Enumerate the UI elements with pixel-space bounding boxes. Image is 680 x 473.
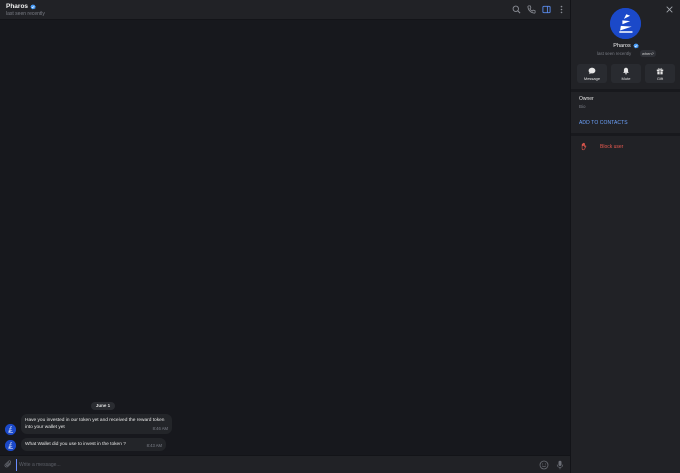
owner-label: Owner [579, 96, 594, 102]
gift-button-label: Gift [656, 76, 664, 81]
search-icon[interactable] [512, 5, 521, 14]
attach-icon[interactable] [4, 460, 13, 469]
when-badge[interactable]: when? [640, 50, 656, 57]
pharos-logo-icon [610, 8, 641, 39]
message-button[interactable]: Message [577, 64, 607, 83]
add-to-contacts-button[interactable]: ADD TO CONTACTS [579, 120, 628, 126]
emoji-icon[interactable] [539, 460, 549, 470]
bio-label: Bio [579, 104, 586, 109]
message-bubble[interactable]: What Wallet did you use to invest in the… [21, 438, 166, 451]
message-time: 8:46 AM [152, 426, 168, 431]
chat-title-text: Pharos [6, 3, 29, 10]
sidebar-toggle-icon[interactable] [542, 5, 551, 14]
block-user-button[interactable]: Block user [600, 144, 623, 150]
section-divider [571, 89, 680, 92]
bell-icon [623, 67, 629, 75]
message-time: 8:43 AM [146, 443, 162, 448]
profile-name: Pharos [571, 43, 680, 49]
message-bubble[interactable]: Have you invested in our token yet and r… [21, 414, 172, 434]
profile-panel: Pharos last seen recently when? Message … [570, 0, 680, 473]
message-composer [0, 455, 570, 473]
pharos-logo-icon [5, 424, 16, 435]
chat-header: Pharos last seen recently [0, 0, 570, 20]
verified-icon [30, 3, 36, 9]
block-hand-icon [581, 142, 587, 151]
pharos-logo-icon [5, 440, 16, 451]
verified-icon [633, 43, 639, 49]
message-button-label: Message [583, 76, 601, 81]
sender-avatar[interactable] [5, 440, 16, 451]
profile-name-text: Pharos [613, 43, 631, 49]
phone-icon[interactable] [527, 5, 536, 14]
close-icon[interactable] [666, 6, 673, 13]
sender-avatar[interactable] [5, 424, 16, 435]
chat-title[interactable]: Pharos [6, 3, 36, 10]
message-input[interactable] [16, 459, 516, 471]
gift-icon [656, 67, 664, 75]
microphone-icon[interactable] [556, 460, 564, 470]
profile-avatar[interactable] [610, 8, 641, 39]
date-separator: June 1 [91, 402, 115, 410]
more-options-icon[interactable] [557, 5, 566, 14]
message-text: What Wallet did you use to invest in the… [25, 442, 126, 447]
gift-button[interactable]: Gift [645, 64, 675, 83]
chat-last-seen: last seen recently [6, 11, 45, 17]
chat-bubble-icon [588, 67, 596, 75]
profile-last-seen: last seen recently [597, 51, 632, 56]
message-text: Have you invested in our token yet and r… [25, 418, 165, 430]
mute-button[interactable]: Mute [611, 64, 641, 83]
section-divider [571, 133, 680, 136]
mute-button-label: Mute [621, 76, 631, 81]
